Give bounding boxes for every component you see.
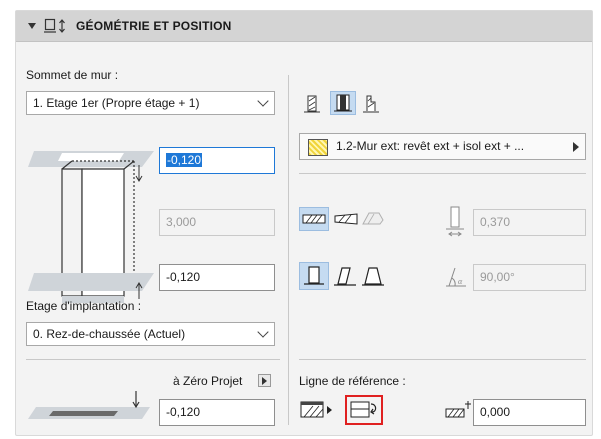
home-story-label: Etage d'implantation : — [26, 299, 142, 313]
reference-line-position-button[interactable] — [299, 397, 337, 423]
slant-angle-icon: α — [446, 267, 466, 287]
divider — [299, 359, 586, 360]
basic-structure-icon — [304, 95, 320, 113]
composite-structure-icon — [334, 94, 352, 112]
project-zero-label: à Zéro Projet — [173, 374, 243, 388]
thickness-icon — [446, 206, 464, 237]
bottom-offset-field[interactable]: -0,120 — [159, 264, 275, 291]
wall-polygonal-button[interactable] — [360, 208, 386, 232]
wall-height-diagram — [28, 151, 154, 303]
wall-height-field[interactable]: 3,000 — [159, 209, 275, 236]
chevron-down-icon — [257, 95, 269, 107]
home-story-select[interactable]: 0. Rez-de-chaussée (Actuel) — [26, 322, 275, 346]
straight-profile-icon — [304, 266, 324, 285]
composite-swatch-icon — [308, 139, 328, 156]
polygonal-wall-icon — [362, 212, 384, 225]
flip-reference-line-button[interactable] — [345, 395, 383, 425]
composite-value: 1.2-Mur ext: revêt ext + isol ext + ... — [336, 139, 525, 153]
thickness-field[interactable]: 0,370 — [473, 209, 586, 236]
flip-direction-icon — [350, 401, 377, 418]
divider — [26, 359, 280, 360]
geometry-position-panel: GÉOMÉTRIE ET POSITION Sommet de mur : 1.… — [15, 10, 593, 436]
reference-offset-field[interactable]: 0,000 — [473, 399, 586, 426]
top-link-label: Sommet de mur : — [26, 68, 119, 82]
top-offset-field[interactable]: -0,120 — [159, 147, 275, 174]
straight-wall-icon — [302, 214, 326, 224]
project-zero-menu-icon[interactable] — [258, 374, 271, 387]
geometry-icon — [44, 18, 65, 33]
popup-arrow-icon — [573, 142, 579, 152]
panel-header[interactable]: GÉOMÉTRIE ET POSITION — [16, 11, 592, 42]
wall-straight-button[interactable] — [299, 207, 329, 231]
composite-select[interactable]: 1.2-Mur ext: revêt ext + isol ext + ... — [299, 133, 586, 160]
profile-trapezoid-button[interactable] — [360, 264, 386, 288]
divider — [299, 173, 586, 174]
column-divider — [288, 75, 289, 425]
slanted-profile-icon — [334, 267, 356, 286]
project-zero-diagram — [28, 391, 150, 419]
slant-angle-field[interactable]: 90,00° — [473, 264, 586, 291]
collapse-triangle-icon[interactable] — [28, 23, 36, 29]
project-zero-field[interactable]: -0,120 — [159, 399, 275, 426]
home-story-value: 0. Rez-de-chaussée (Actuel) — [33, 327, 186, 341]
profile-slanted-button[interactable] — [332, 264, 358, 288]
reference-line-icon — [300, 401, 332, 418]
svg-text:α: α — [458, 277, 463, 286]
panel-title: GÉOMÉTRIE ET POSITION — [76, 19, 232, 33]
double-slanted-profile-icon — [362, 267, 384, 286]
chevron-down-icon — [257, 326, 269, 338]
top-link-select[interactable]: 1. Etage 1er (Propre étage + 1) — [26, 91, 275, 115]
structure-basic-button[interactable] — [299, 92, 325, 116]
trapezoid-wall-icon — [334, 213, 358, 225]
structure-profile-button[interactable] — [358, 92, 384, 116]
wall-trapezoid-button[interactable] — [333, 208, 359, 232]
reference-offset-icon — [445, 401, 471, 418]
profile-straight-button[interactable] — [299, 262, 329, 290]
complex-profile-icon — [363, 95, 379, 113]
reference-line-label: Ligne de référence : — [299, 374, 406, 388]
structure-composite-button[interactable] — [330, 91, 356, 115]
top-link-value: 1. Etage 1er (Propre étage + 1) — [33, 96, 200, 110]
